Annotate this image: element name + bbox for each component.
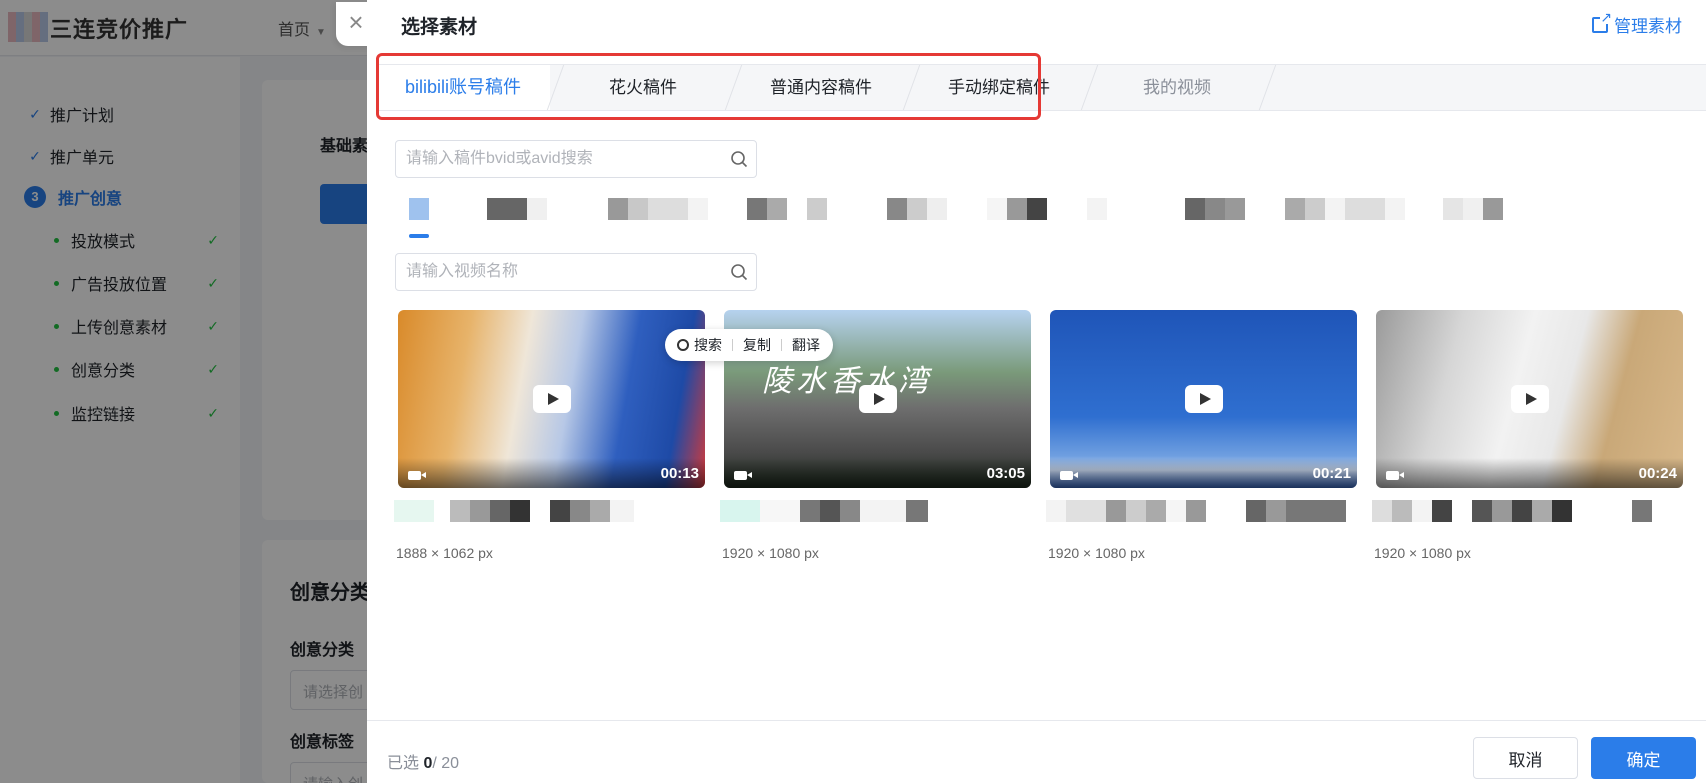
video-duration: 00:13 xyxy=(660,465,699,482)
video-dimensions: 1920 × 1080 px xyxy=(722,545,819,561)
divider xyxy=(781,339,782,351)
video-card[interactable]: 00:13 xyxy=(398,310,705,488)
popup-copy-button[interactable]: 复制 xyxy=(743,335,771,355)
source-tabs: bilibili账号稿件 花火稿件 普通内容稿件 手动绑定稿件 我的视频 xyxy=(376,64,1706,111)
video-info-bar xyxy=(398,458,705,488)
video-duration: 03:05 xyxy=(986,465,1025,482)
video-camera-icon xyxy=(1386,471,1404,480)
video-info-bar xyxy=(724,458,1031,488)
search-icon[interactable] xyxy=(730,263,748,281)
selected-count: 已选 0/ 20 xyxy=(387,749,459,773)
search-icon xyxy=(677,339,689,351)
account-avatar[interactable] xyxy=(987,198,1047,220)
video-overlay-text: 陵水香水湾 xyxy=(762,364,932,399)
search-icon[interactable] xyxy=(730,150,748,168)
tab-manual-bind[interactable]: 手动绑定稿件 xyxy=(914,65,1084,110)
play-icon[interactable] xyxy=(858,385,897,413)
account-avatar[interactable] xyxy=(1087,198,1107,220)
popup-translate-button[interactable]: 翻译 xyxy=(792,335,820,355)
tab-huahuo[interactable]: 花火稿件 xyxy=(558,65,728,110)
account-avatar[interactable] xyxy=(1285,198,1405,220)
video-card[interactable]: 00:24 xyxy=(1376,310,1683,488)
external-link-icon xyxy=(1592,9,1613,33)
video-name-search-box xyxy=(395,253,757,291)
popup-search-button[interactable]: 搜索 xyxy=(677,335,722,355)
video-title-redacted xyxy=(394,500,634,522)
selected-prefix: 已选 xyxy=(387,755,424,772)
drawer-footer: 已选 0/ 20 取消 确定 xyxy=(367,720,1706,783)
video-duration: 00:21 xyxy=(1312,465,1351,482)
video-duration: 00:24 xyxy=(1638,465,1677,482)
video-card[interactable]: 00:21 xyxy=(1050,310,1357,488)
material-drawer: 选择素材 管理素材 bilibili账号稿件 花火稿件 普通内容稿件 手动绑定稿… xyxy=(367,0,1706,783)
play-icon[interactable] xyxy=(1184,385,1223,413)
account-avatar[interactable] xyxy=(747,198,827,220)
video-camera-icon xyxy=(734,471,752,480)
video-title-redacted xyxy=(720,500,928,522)
account-avatar-row xyxy=(395,196,1695,240)
bvid-search-box xyxy=(395,140,757,178)
bvid-search-input[interactable] xyxy=(396,141,716,177)
video-info-bar xyxy=(1050,458,1357,488)
manage-material-label: 管理素材 xyxy=(1614,17,1682,36)
video-info-bar xyxy=(1376,458,1683,488)
tab-normal-content[interactable]: 普通内容稿件 xyxy=(736,65,906,110)
tab-my-videos[interactable]: 我的视频 xyxy=(1092,65,1262,110)
play-icon[interactable] xyxy=(532,385,571,413)
video-camera-icon xyxy=(408,471,426,480)
modal-overlay[interactable] xyxy=(0,0,367,783)
video-dimensions: 1888 × 1062 px xyxy=(396,545,493,561)
selected-total: / 20 xyxy=(432,755,460,772)
video-title-redacted xyxy=(1372,500,1652,522)
account-avatar[interactable] xyxy=(1185,198,1245,220)
manage-material-link[interactable]: 管理素材 xyxy=(1592,9,1682,37)
account-avatar[interactable] xyxy=(608,198,708,220)
cancel-button[interactable]: 取消 xyxy=(1473,737,1578,779)
account-avatar[interactable] xyxy=(1443,198,1503,220)
account-avatar[interactable] xyxy=(409,198,429,220)
video-name-search-input[interactable] xyxy=(396,254,716,290)
video-title-redacted xyxy=(1046,500,1346,522)
play-icon[interactable] xyxy=(1510,385,1549,413)
active-account-indicator xyxy=(409,234,429,238)
account-avatar[interactable] xyxy=(487,198,547,220)
account-avatar[interactable] xyxy=(887,198,947,220)
text-selection-popup: 搜索 复制 翻译 xyxy=(665,329,833,361)
drawer-title: 选择素材 xyxy=(401,17,478,38)
tab-bilibili-account[interactable]: bilibili账号稿件 xyxy=(376,65,550,110)
video-dimensions: 1920 × 1080 px xyxy=(1048,545,1145,561)
divider xyxy=(732,339,733,351)
video-dimensions: 1920 × 1080 px xyxy=(1374,545,1471,561)
confirm-button[interactable]: 确定 xyxy=(1591,737,1696,779)
video-camera-icon xyxy=(1060,471,1078,480)
popup-search-label: 搜索 xyxy=(694,337,722,353)
